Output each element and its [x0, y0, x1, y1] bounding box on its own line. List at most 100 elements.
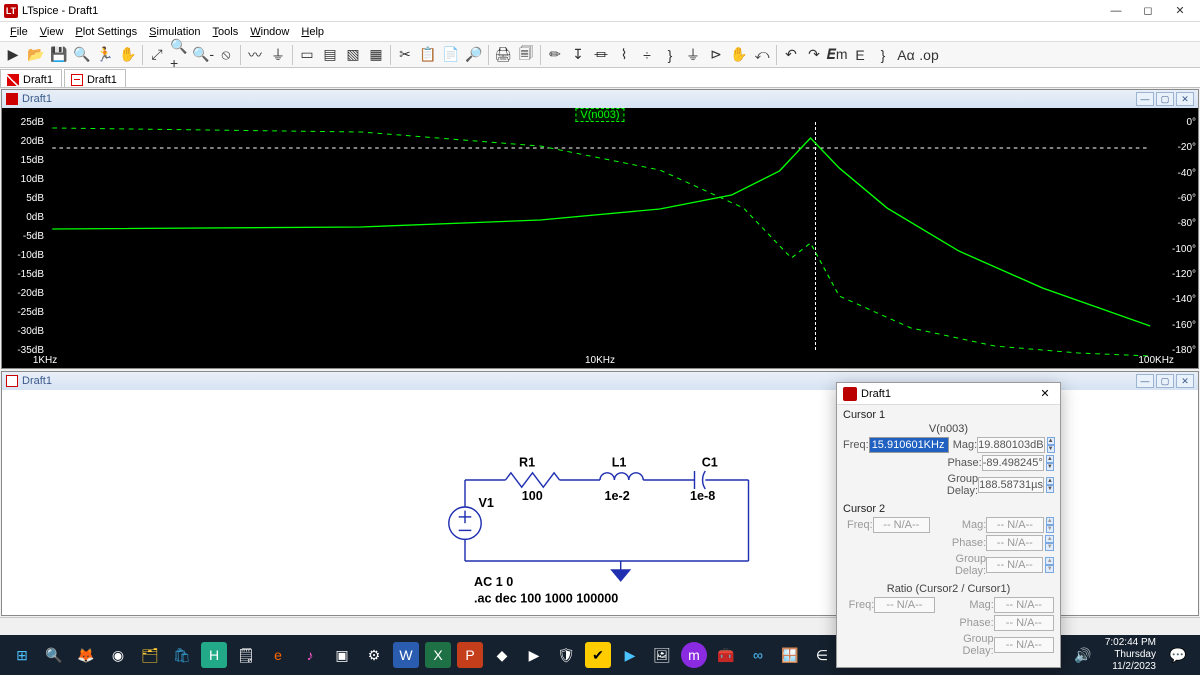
- minimize-button[interactable]: —: [1100, 0, 1132, 21]
- app-icon[interactable]: ∞: [745, 642, 771, 668]
- settings-icon[interactable]: ⚙: [361, 642, 387, 668]
- toolbar-button[interactable]: 𝑬m: [826, 44, 848, 66]
- app-icon[interactable]: 🛡: [553, 642, 579, 668]
- toolbar-button[interactable]: ⌇: [613, 44, 635, 66]
- toolbar-button[interactable]: ⏚: [267, 44, 289, 66]
- maximize-button[interactable]: ◻: [1132, 0, 1164, 21]
- terminal-icon[interactable]: ▣: [329, 642, 355, 668]
- start-icon[interactable]: ⊞: [9, 642, 35, 668]
- app-icon[interactable]: ✔: [585, 642, 611, 668]
- toolbar-button[interactable]: 📂: [25, 44, 47, 66]
- toolbar-button[interactable]: ✋: [728, 44, 750, 66]
- toolbar-button[interactable]: ▦: [365, 44, 387, 66]
- toolbar-button[interactable]: ▶: [2, 44, 24, 66]
- toolbar-button[interactable]: ↶: [780, 44, 802, 66]
- app-icon[interactable]: m: [681, 642, 707, 668]
- toolbar-button[interactable]: 💾: [48, 44, 70, 66]
- sound-icon[interactable]: 🔊: [1070, 642, 1096, 668]
- ppt-icon[interactable]: P: [457, 642, 483, 668]
- l1-name: L1: [612, 456, 627, 470]
- toolbar-button[interactable]: 🔍: [71, 44, 93, 66]
- toolbar-button[interactable]: ÷: [636, 44, 658, 66]
- cursor1-freq-input[interactable]: [869, 437, 949, 453]
- menu-view[interactable]: View: [34, 26, 70, 38]
- toolbar-button[interactable]: ⊳: [705, 44, 727, 66]
- pane-minimize-button[interactable]: —: [1136, 92, 1154, 106]
- toolbar-button[interactable]: ⦸: [215, 44, 237, 66]
- word-icon[interactable]: W: [393, 642, 419, 668]
- toolbar-button[interactable]: }: [872, 44, 894, 66]
- toolbar-button[interactable]: }: [659, 44, 681, 66]
- toolbar-button[interactable]: ⤢: [146, 44, 168, 66]
- phase-tick: 0°: [1186, 117, 1196, 128]
- toolbar-button[interactable]: 🔍-: [192, 44, 214, 66]
- cursor-dialog[interactable]: Draft1 ✕ Cursor 1 V(n003) Freq: Mag: 19.…: [836, 382, 1061, 668]
- toolbar-button[interactable]: E: [849, 44, 871, 66]
- tab-plot[interactable]: Draft1: [0, 69, 62, 87]
- cursor1-stepper[interactable]: ▲▼: [1047, 437, 1055, 453]
- menu-help[interactable]: Help: [295, 26, 330, 38]
- toolbar-button[interactable]: ↧: [567, 44, 589, 66]
- tab-schematic[interactable]: Draft1: [64, 69, 126, 87]
- pane-minimize-button[interactable]: —: [1136, 374, 1154, 388]
- toolbar-button[interactable]: Aα: [895, 44, 917, 66]
- menu-file[interactable]: File: [4, 26, 34, 38]
- toolbar-button[interactable]: ✂: [394, 44, 416, 66]
- plot-area[interactable]: V(n003) 25dB20dB15dB10dB5dB0dB-5dB-10dB-…: [2, 108, 1198, 368]
- app-icon[interactable]: 🧰: [713, 642, 739, 668]
- app-icon[interactable]: ▶: [617, 642, 643, 668]
- toolbar-button[interactable]: ▤: [319, 44, 341, 66]
- y-tick: 0dB: [4, 212, 44, 223]
- toolbar-button[interactable]: 🏃: [94, 44, 116, 66]
- toolbar-button[interactable]: ↷: [803, 44, 825, 66]
- app-icon[interactable]: ▶: [521, 642, 547, 668]
- search-icon[interactable]: 🔍: [41, 642, 67, 668]
- toolbar-button[interactable]: 🗐: [515, 44, 537, 66]
- toolbar-button[interactable]: ✏: [544, 44, 566, 66]
- notifications-icon[interactable]: 💬: [1165, 642, 1191, 668]
- menu-window[interactable]: Window: [244, 26, 295, 38]
- explorer-icon[interactable]: 🗂: [137, 642, 163, 668]
- toolbar-button[interactable]: 〰: [244, 44, 266, 66]
- toolbar-button[interactable]: ⏛: [590, 44, 612, 66]
- app-icon[interactable]: 🪟: [777, 642, 803, 668]
- firefox-icon[interactable]: 🦊: [73, 642, 99, 668]
- app-icon[interactable]: 🖼: [649, 642, 675, 668]
- toolbar-button[interactable]: .op: [918, 44, 940, 66]
- toolbar-button[interactable]: 📄: [440, 44, 462, 66]
- toolbar-button[interactable]: 📋: [417, 44, 439, 66]
- pane-maximize-button[interactable]: ▢: [1156, 92, 1174, 106]
- excel-icon[interactable]: X: [425, 642, 451, 668]
- calc-icon[interactable]: 🗒: [233, 642, 259, 668]
- pane-maximize-button[interactable]: ▢: [1156, 374, 1174, 388]
- toolbar-button[interactable]: 🔍+: [169, 44, 191, 66]
- y-tick: -10dB: [4, 250, 44, 261]
- menu-tools[interactable]: Tools: [207, 26, 245, 38]
- app-icon[interactable]: ◆: [489, 642, 515, 668]
- y-tick: -15dB: [4, 269, 44, 280]
- itunes-icon[interactable]: ♪: [297, 642, 323, 668]
- pane-close-button[interactable]: ✕: [1176, 374, 1194, 388]
- toolbar-button[interactable]: ⤺: [751, 44, 773, 66]
- app-icon[interactable]: ∈: [809, 642, 835, 668]
- bode-curves: [2, 108, 1198, 368]
- store-icon[interactable]: 🛍: [169, 642, 195, 668]
- close-button[interactable]: ✕: [1164, 0, 1196, 21]
- app-icon: LT: [4, 4, 18, 18]
- toolbar-button[interactable]: ✋: [117, 44, 139, 66]
- chrome-icon[interactable]: ◉: [105, 642, 131, 668]
- cursor-dlg-close[interactable]: ✕: [1036, 387, 1054, 400]
- toolbar-button[interactable]: 🔎: [463, 44, 485, 66]
- y-tick: 15dB: [4, 155, 44, 166]
- toolbar-button[interactable]: ⏚: [682, 44, 704, 66]
- phase-tick: -160°: [1172, 320, 1196, 331]
- toolbar-button[interactable]: ▧: [342, 44, 364, 66]
- toolbar-button[interactable]: ▭: [296, 44, 318, 66]
- menu-simulation[interactable]: Simulation: [143, 26, 206, 38]
- menu-plot-settings[interactable]: Plot Settings: [69, 26, 143, 38]
- tray-clock[interactable]: 7:02:44 PM Thursday 11/2/2023: [1105, 637, 1156, 673]
- edge-icon[interactable]: e: [265, 642, 291, 668]
- toolbar-button[interactable]: 🖨: [492, 44, 514, 66]
- pane-close-button[interactable]: ✕: [1176, 92, 1194, 106]
- app-h-icon[interactable]: H: [201, 642, 227, 668]
